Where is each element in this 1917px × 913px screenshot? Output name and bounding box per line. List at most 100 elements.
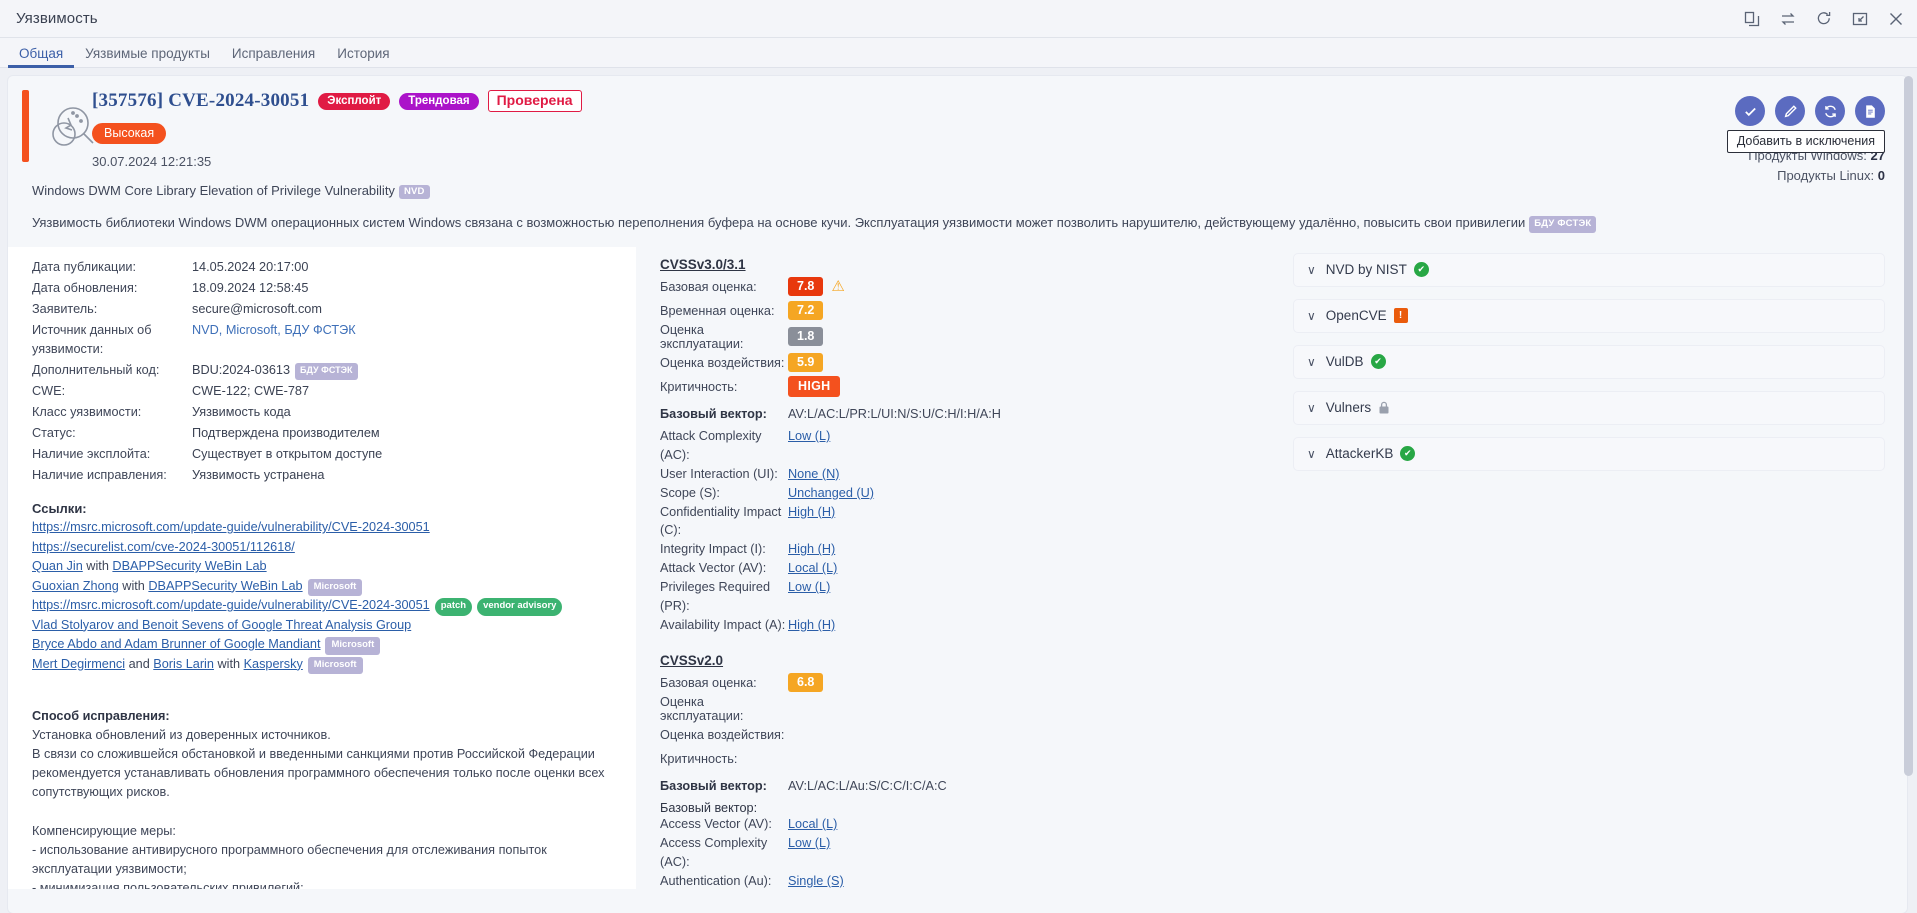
cvss3-heading[interactable]: CVSSv3.0/3.1 xyxy=(660,257,1271,272)
reference-link[interactable]: https://securelist.com/cve-2024-30051/11… xyxy=(32,540,295,554)
info-table: Дата публикации: 14.05.2024 20:17:00 Дата … xyxy=(32,257,382,487)
copy-icon[interactable] xyxy=(1741,8,1763,30)
cvss3-metric-value[interactable]: Local (L) xyxy=(788,561,837,575)
scrollbar-thumb[interactable] xyxy=(1904,76,1913,776)
cvss3-metric-value[interactable]: High (H) xyxy=(788,505,835,519)
cvss3-criticality-row: Критичность: HIGH xyxy=(660,375,1271,399)
cvss3-metric-value[interactable]: Low (L) xyxy=(788,429,830,443)
source-name: Vulners xyxy=(1325,400,1372,416)
info-row: Класс уязвимости: Уязвимость кода xyxy=(32,402,382,423)
cvss2-metric-value[interactable]: Single (S) xyxy=(788,874,844,888)
source-accordion-item[interactable]: ∨ NVD by NIST ✔ xyxy=(1293,252,1885,287)
minimize-icon[interactable] xyxy=(1849,8,1871,30)
reference-link[interactable]: https://msrc.microsoft.com/update-guide/… xyxy=(32,598,430,612)
info-row-value: CWE-122; CWE-787 xyxy=(192,384,310,399)
cvss3-metric-row: Integrity Impact (I): High (H) xyxy=(660,540,1271,559)
link-tag: patch xyxy=(434,598,473,616)
cvss3-metric-label: Attack Complexity (AC): xyxy=(660,428,762,462)
chevron-down-icon[interactable]: ∨ xyxy=(1307,355,1316,369)
links-heading: Ссылки: xyxy=(32,501,87,517)
tab-history[interactable]: История xyxy=(326,46,400,68)
detail-columns: Дата публикации: 14.05.2024 20:17:00 Дата … xyxy=(8,246,1907,889)
reference-link[interactable]: Guoxian Zhong xyxy=(32,579,119,593)
cvss2-metric-value-cell: Local (L) xyxy=(788,815,837,834)
link-separator-text: with xyxy=(82,559,113,574)
cvss2-metrics-label: Базовый вектор: xyxy=(660,800,758,815)
reference-link[interactable]: Quan Jin xyxy=(32,559,83,573)
cvss3-score-row: Оценка воздействия: 5.9 xyxy=(660,351,1271,375)
link-item: Vlad Stolyarov and Benoit Sevens of Goog… xyxy=(32,616,620,635)
reference-link[interactable]: https://msrc.microsoft.com/update-guide/… xyxy=(32,520,430,534)
reference-link[interactable]: Kaspersky xyxy=(244,657,303,671)
info-row-label: Заявитель: xyxy=(32,301,98,316)
reference-link[interactable]: DBAPPSecurity WeBin Lab xyxy=(148,579,302,593)
cvss3-score-value: 7.2 xyxy=(788,301,824,321)
source-accordion-item[interactable]: ∨ AttackerKB ✔ xyxy=(1293,436,1885,471)
source-accordion-item[interactable]: ∨ OpenCVE! xyxy=(1293,298,1885,333)
cvss3-metric-value[interactable]: High (H) xyxy=(788,618,835,632)
link-item: https://msrc.microsoft.com/update-guide/… xyxy=(32,518,620,537)
source-accordion-item[interactable]: ∨ VulDB ✔ xyxy=(1293,344,1885,379)
info-row-value: 14.05.2024 20:17:00 xyxy=(192,259,309,274)
cvss3-metric-value[interactable]: High (H) xyxy=(788,542,835,556)
column-external-sources: ∨ NVD by NIST ✔ ∨ OpenCVE! ∨ VulDB ✔ ∨ Vulners ∨ At… xyxy=(1281,247,1907,889)
cvss3-metric-value-cell: Local (L) xyxy=(788,559,837,578)
reference-link[interactable]: DBAPPSecurity WeBin Lab xyxy=(112,559,266,573)
confirm-button[interactable] xyxy=(1735,96,1765,126)
cvss2-metric-value-cell: Low (L) xyxy=(788,834,830,872)
cvss3-metric-value-cell: Low (L) xyxy=(788,578,830,616)
cvss3-score-row: Оценка эксплуатации: 1.8 xyxy=(660,323,1271,351)
close-icon[interactable] xyxy=(1885,8,1907,30)
info-row: Статус: Подтверждена производителем xyxy=(32,423,382,444)
cvss2-empty-row: Оценка эксплуатации: xyxy=(660,695,1271,723)
tab-fixes[interactable]: Исправления xyxy=(221,46,326,68)
tab-vulnerable-products[interactable]: Уязвимые продукты xyxy=(74,46,221,68)
refresh-button[interactable] xyxy=(1815,96,1845,126)
cvss2-score-label: Оценка воздействия: xyxy=(660,727,785,742)
column-cvss: CVSSv3.0/3.1 Базовая оценка: 7.8 ⚠ Временна… xyxy=(636,246,1281,889)
reference-link[interactable]: Boris Larin xyxy=(153,657,214,671)
source-tag-nvd: NVD xyxy=(398,185,430,199)
chevron-down-icon[interactable]: ∨ xyxy=(1307,401,1316,415)
vertical-scrollbar[interactable] xyxy=(1904,76,1913,907)
chevron-down-icon[interactable]: ∨ xyxy=(1307,263,1316,277)
chevron-down-icon[interactable]: ∨ xyxy=(1307,447,1316,461)
chevron-down-icon[interactable]: ∨ xyxy=(1307,309,1316,323)
info-row-value[interactable]: NVD, Microsoft, БДУ ФСТЭК xyxy=(192,320,382,360)
stat-linux-products: Продукты Linux: 0 xyxy=(1777,168,1885,184)
cvss3-metric-label: Scope (S): xyxy=(660,485,720,500)
cvss2-heading[interactable]: CVSSv2.0 xyxy=(660,653,1271,668)
cvss3-metric-row: Privileges Required (PR): Low (L) xyxy=(660,578,1271,616)
cvss2-metric-label: Access Vector (AV): xyxy=(660,816,772,831)
info-row-label: Статус: xyxy=(32,426,76,441)
link-tag: Microsoft xyxy=(325,637,381,655)
cvss3-metric-value-cell: None (N) xyxy=(788,465,839,484)
cvss2-metric-label: Authentication (Au): xyxy=(660,873,772,888)
badge-verified: Проверена xyxy=(487,90,582,112)
cvss2-score-label: Базовая оценка: xyxy=(660,675,757,690)
fix-block: Способ исправления: Установка обновлений… xyxy=(32,688,620,889)
cvss3-metric-value[interactable]: Low (L) xyxy=(788,580,830,594)
cvss3-metric-value[interactable]: Unchanged (U) xyxy=(788,486,874,500)
reference-link[interactable]: Bryce Abdo and Adam Brunner of Google Ma… xyxy=(32,637,320,651)
cvss3-criticality-label: Критичность: xyxy=(660,379,738,394)
status-badge-severity: Высокая xyxy=(92,123,167,144)
refresh-icon[interactable] xyxy=(1813,8,1835,30)
cvss2-metric-value[interactable]: Local (L) xyxy=(788,817,837,831)
report-button[interactable] xyxy=(1855,96,1885,126)
tab-general[interactable]: Общая xyxy=(8,46,75,68)
vulnerability-card: [357576] CVE-2024-30051 Эксплойт Трендов… xyxy=(8,76,1907,913)
cvss3-metric-value[interactable]: None (N) xyxy=(788,467,839,481)
link-item: Mert Degirmenci and Boris Larin with Kas… xyxy=(32,655,620,675)
edit-button[interactable] xyxy=(1775,96,1805,126)
cvss3-metric-row: Availability Impact (A): High (H) xyxy=(660,616,1271,635)
source-accordion-item[interactable]: ∨ Vulners xyxy=(1293,390,1885,425)
reference-link[interactable]: Vlad Stolyarov and Benoit Sevens of Goog… xyxy=(32,618,411,632)
transfer-icon[interactable] xyxy=(1777,8,1799,30)
reference-link[interactable]: Mert Degirmenci xyxy=(32,657,125,671)
cvss2-metric-value[interactable]: Low (L) xyxy=(788,836,830,850)
info-row-value: 18.09.2024 12:58:45 xyxy=(192,280,309,295)
source-tag-bdu: БДУ ФСТЭК xyxy=(295,363,358,380)
source-name: VulDB xyxy=(1325,354,1364,370)
cvss2-score-value: 6.8 xyxy=(788,673,824,693)
